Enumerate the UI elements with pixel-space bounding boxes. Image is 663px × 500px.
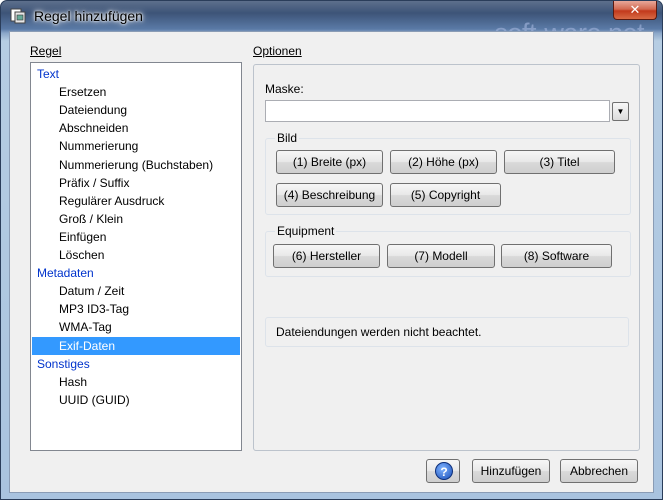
modell-button[interactable]: (7) Modell	[387, 244, 495, 268]
tree-item-mp3-id3-tag[interactable]: MP3 ID3-Tag	[59, 300, 129, 318]
tree-item-dateiendung[interactable]: Dateiendung	[59, 101, 127, 119]
equipment-group-label: Equipment	[275, 224, 337, 238]
hoehe-button[interactable]: (2) Höhe (px)	[390, 150, 497, 174]
breite-button[interactable]: (1) Breite (px)	[276, 150, 383, 174]
maske-dropdown-button[interactable]: ▼	[612, 102, 629, 121]
tree-item-nummerierung[interactable]: Nummerierung	[59, 137, 138, 155]
copyright-button[interactable]: (5) Copyright	[390, 183, 501, 207]
help-button[interactable]: ?	[426, 459, 460, 483]
app-icon	[10, 8, 26, 24]
tree-category-metadaten[interactable]: Metadaten	[37, 264, 94, 282]
tree-item-präfix-suffix[interactable]: Präfix / Suffix	[59, 174, 129, 192]
tree-item-abschneiden[interactable]: Abschneiden	[59, 119, 128, 137]
titel-button[interactable]: (3) Titel	[504, 150, 615, 174]
tree-item-uuid-guid[interactable]: UUID (GUID)	[59, 391, 130, 409]
regel-label: Regel	[30, 44, 62, 58]
bild-group-label: Bild	[275, 131, 300, 145]
title-bar[interactable]: Regel hinzufügen ✕	[1, 1, 662, 31]
options-panel: Maske: ▼ Bild (1) Breite (px) (2) Höhe (…	[253, 64, 640, 451]
close-button[interactable]: ✕	[613, 1, 657, 20]
hersteller-button[interactable]: (6) Hersteller	[273, 244, 380, 268]
tree-item-löschen[interactable]: Löschen	[59, 246, 104, 264]
maske-label: Maske:	[265, 82, 304, 96]
help-icon: ?	[435, 462, 453, 480]
tree-item-wma-tag[interactable]: WMA-Tag	[59, 318, 112, 336]
tree-item-einfügen[interactable]: Einfügen	[59, 228, 106, 246]
bild-group: Bild (1) Breite (px) (2) Höhe (px) (3) T…	[265, 131, 631, 215]
tree-item-exif-daten[interactable]: Exif-Daten	[32, 336, 240, 355]
equipment-group: Equipment (6) Hersteller (7) Modell (8) …	[265, 224, 631, 277]
tree-category-text[interactable]: Text	[37, 65, 59, 83]
tree-item-nummerierung-buchstaben[interactable]: Nummerierung (Buchstaben)	[59, 156, 213, 174]
beschreibung-button[interactable]: (4) Beschreibung	[276, 183, 383, 207]
tree-category-sonstiges[interactable]: Sonstiges	[37, 355, 90, 373]
maske-input[interactable]	[265, 100, 610, 122]
tree-item-regulärer-ausdruck[interactable]: Regulärer Ausdruck	[59, 192, 164, 210]
info-message: Dateiendungen werden nicht beachtet.	[265, 317, 629, 347]
software-button[interactable]: (8) Software	[501, 244, 612, 268]
tree-item-hash[interactable]: Hash	[59, 373, 87, 391]
tree-item-groß-klein[interactable]: Groß / Klein	[59, 210, 123, 228]
window-title: Regel hinzufügen	[34, 8, 143, 24]
cancel-button[interactable]: Abbrechen	[560, 459, 638, 483]
chevron-down-icon: ▼	[616, 107, 625, 116]
tree-item-datum-zeit[interactable]: Datum / Zeit	[59, 282, 124, 300]
dialog-client-area: Regel Optionen Text Ersetzen Dateiendung Ab…	[9, 31, 654, 493]
tree-item-ersetzen[interactable]: Ersetzen	[59, 83, 106, 101]
optionen-label: Optionen	[253, 44, 302, 58]
add-button[interactable]: Hinzufügen	[472, 459, 550, 483]
dialog-window: Regel hinzufügen ✕ soft·ware.net AKTUELL…	[0, 0, 663, 500]
rule-tree[interactable]: Text Ersetzen Dateiendung Abschneiden Nummer…	[30, 62, 242, 451]
